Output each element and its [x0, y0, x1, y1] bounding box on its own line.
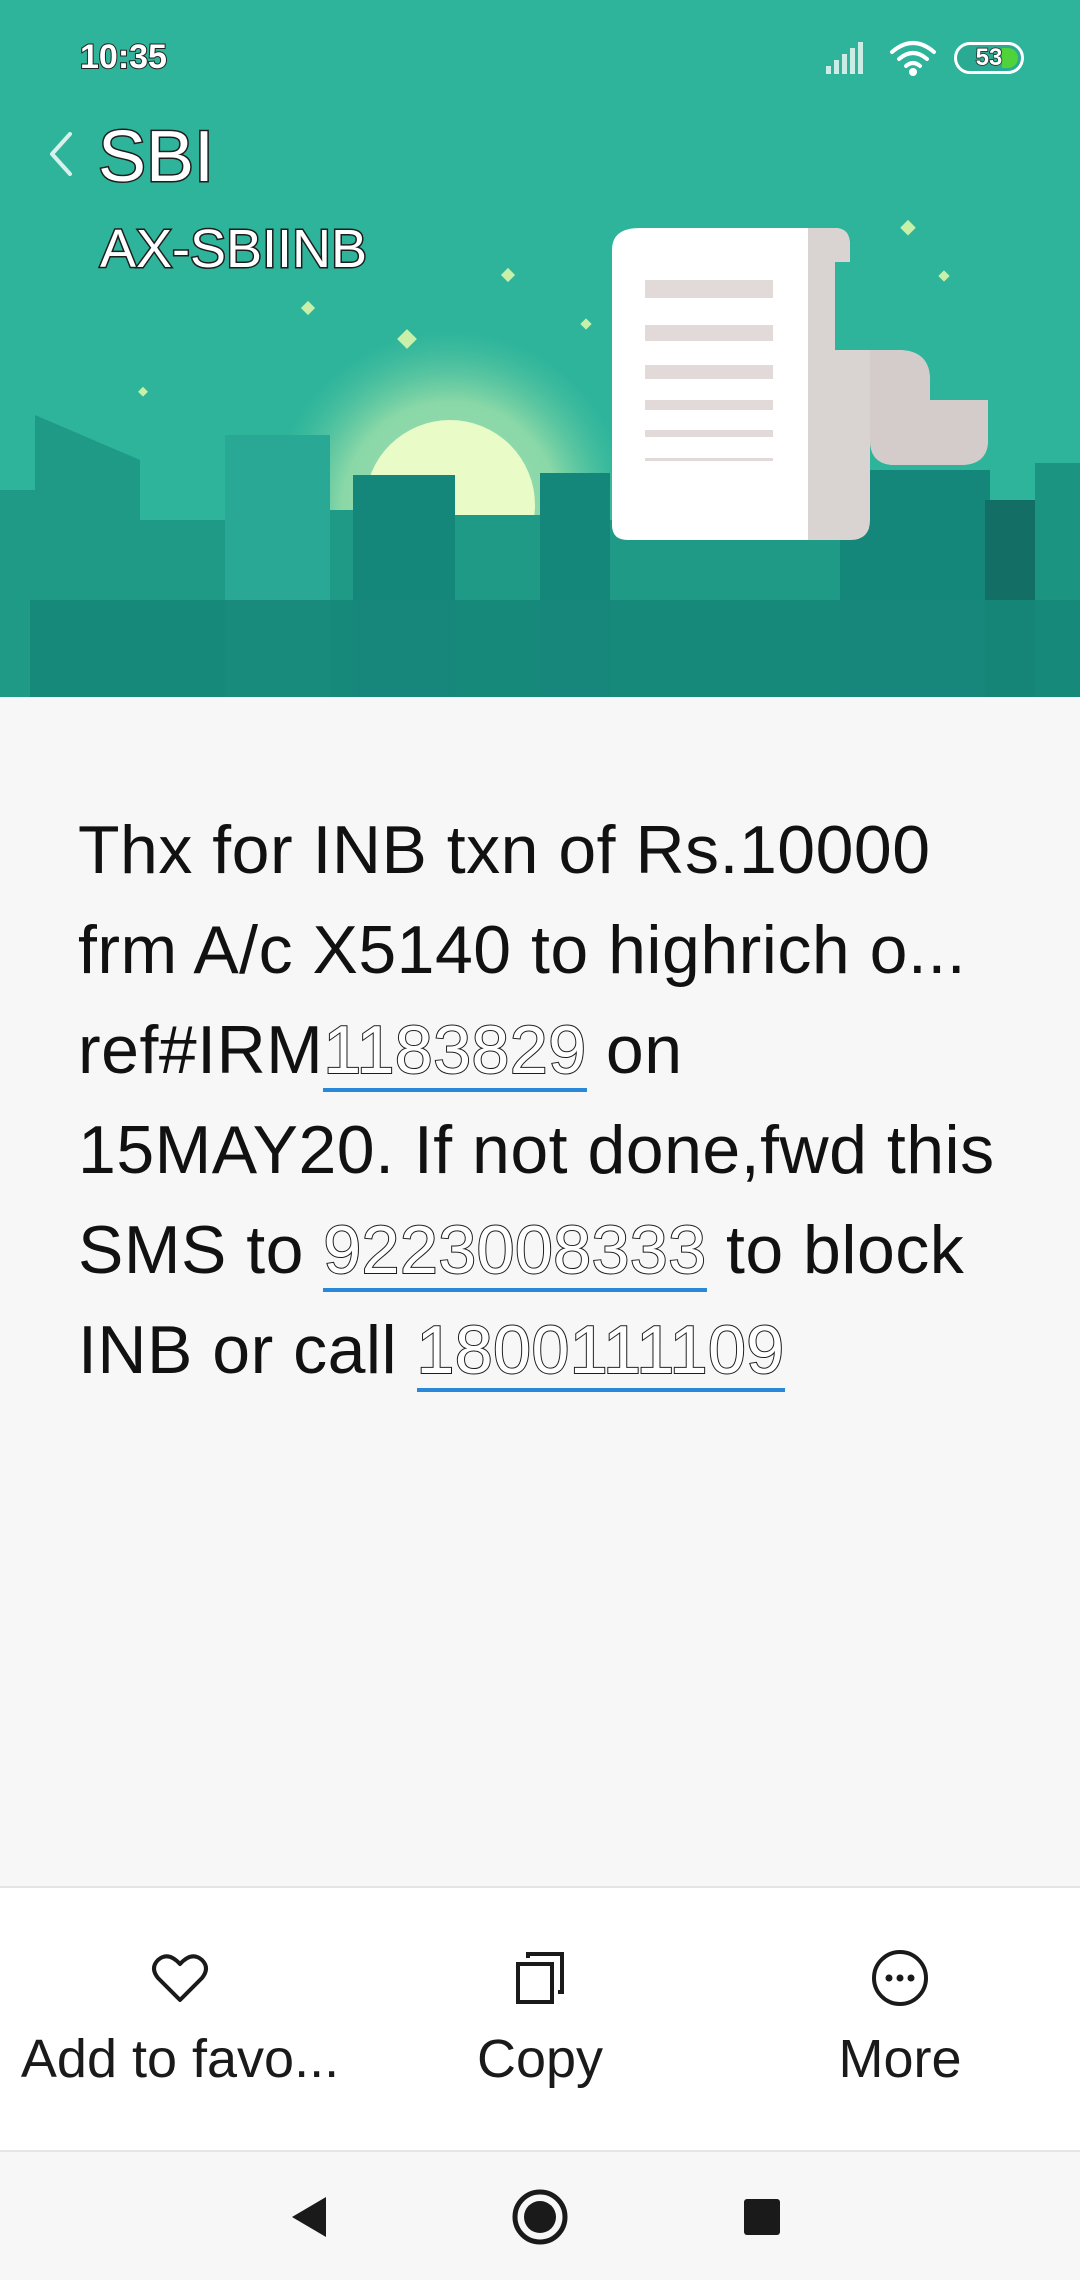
status-time: 10:35: [79, 37, 168, 77]
battery-level: 53: [975, 43, 1003, 72]
helpline-number-link[interactable]: 1800111109: [416, 1311, 785, 1392]
more-button[interactable]: More: [720, 1946, 1080, 2090]
recents-icon: [744, 2199, 780, 2235]
wifi-icon: [890, 41, 936, 76]
copy-button[interactable]: Copy: [360, 1946, 720, 2090]
battery-icon: 53: [954, 42, 1024, 74]
page-title: SBI: [96, 116, 215, 199]
banner-illustration: [0, 0, 1080, 697]
phone-number-link[interactable]: 9223008333: [322, 1211, 707, 1292]
more-icon: [872, 1950, 928, 2006]
header-banner: 10:35 53 SBI AX-SBIINB: [0, 0, 1080, 697]
home-icon: [512, 2189, 568, 2245]
signal-icon: [826, 42, 863, 74]
sender-id: AX-SBIINB: [98, 218, 368, 281]
more-label: More: [838, 2029, 962, 2089]
heart-icon: [152, 1954, 208, 2002]
copy-icon: [516, 1952, 564, 2004]
nav-home-button[interactable]: [505, 2182, 575, 2252]
nav-back-button[interactable]: [275, 2182, 345, 2252]
message-body: Thx for INB txn of Rs.10000 frm A/c X514…: [78, 800, 1018, 1400]
reference-number-link[interactable]: 1183829: [322, 1011, 587, 1092]
nav-recents-button[interactable]: [727, 2182, 797, 2252]
action-bar: Add to favo... Copy More: [0, 1886, 1080, 2150]
add-to-favorites-label: Add to favo...: [20, 2029, 340, 2089]
copy-label: Copy: [476, 2029, 604, 2089]
chevron-left-icon[interactable]: [40, 124, 80, 184]
status-icons: 53: [824, 38, 1024, 78]
add-to-favorites-button[interactable]: Add to favo...: [0, 1946, 360, 2090]
navigation-bar: [0, 2150, 1080, 2280]
back-icon: [292, 2197, 326, 2237]
